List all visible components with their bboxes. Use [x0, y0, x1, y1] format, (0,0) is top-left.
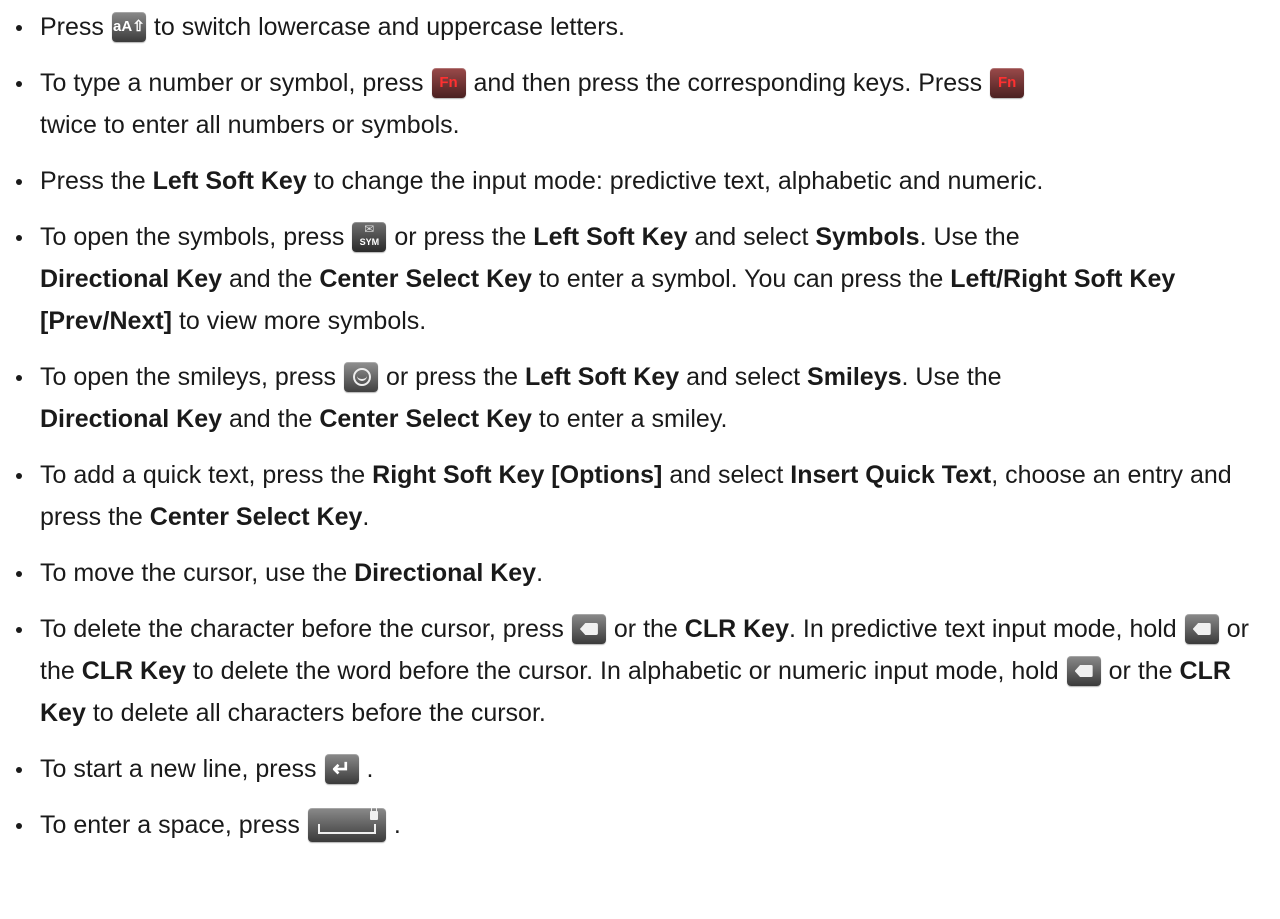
shift-key-icon: aA⇧ [111, 12, 146, 42]
delete-key-icon [1184, 614, 1219, 644]
list-item: To enter a space, press. [0, 804, 1280, 846]
list-item: Press aA⇧ to switch lowercase and uppercas… [0, 6, 1280, 48]
list-item: Press the Left Soft Key to change the in… [0, 160, 1280, 202]
enter-key-icon: ↵ [324, 754, 359, 784]
list-item: To add a quick text, press the Right Sof… [0, 454, 1280, 538]
list-item: To start a new line, press ↵. [0, 748, 1280, 790]
fn-key-icon: Fn [431, 68, 466, 98]
list-item: To open the symbols, press ✉ SYM or press t… [0, 216, 1280, 342]
list-item: To open the smileys, press or press the L… [0, 356, 1280, 440]
fn-key-icon: Fn [990, 68, 1025, 98]
space-key-icon [307, 808, 386, 842]
list-item: To move the cursor, use the Directional … [0, 552, 1280, 594]
smiley-key-icon [343, 362, 378, 392]
list-item: To type a number or symbol, press Fn and t… [0, 62, 1280, 146]
delete-key-icon [1066, 656, 1101, 686]
list-item: To delete the character before the curso… [0, 608, 1280, 734]
sym-key-icon: ✉ SYM [352, 222, 387, 252]
instruction-list: Press aA⇧ to switch lowercase and uppercas… [0, 0, 1280, 846]
delete-key-icon [571, 614, 606, 644]
